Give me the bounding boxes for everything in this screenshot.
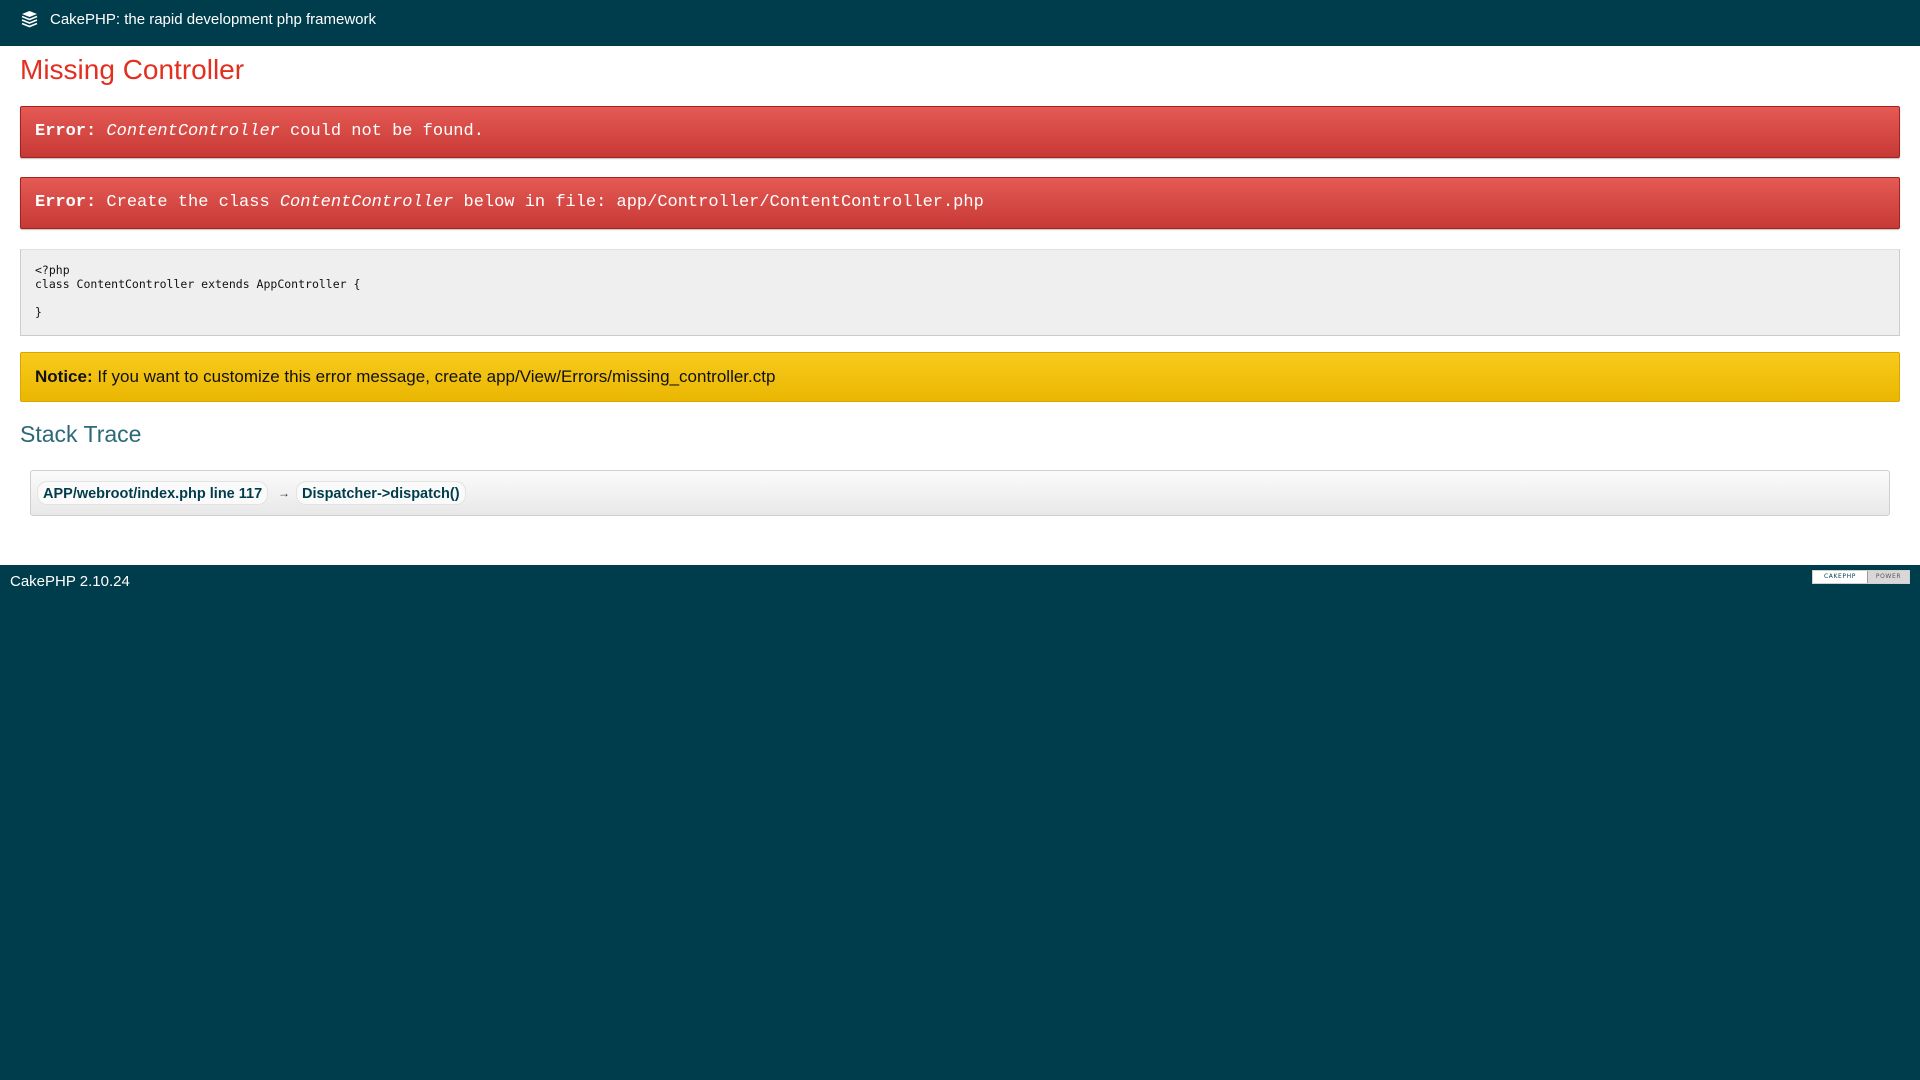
page-background	[0, 595, 1920, 1080]
notice-label: Notice:	[35, 367, 93, 386]
main-content: Missing Controller Error: ContentControl…	[0, 46, 1920, 565]
page-container: CakePHP: the rapid development php frame…	[0, 0, 1920, 1080]
error-message: Error: Create the class ContentControlle…	[20, 177, 1900, 229]
footer-version: CakePHP 2.10.24	[10, 573, 130, 590]
error-label: Error:	[35, 193, 97, 212]
stack-frame-link[interactable]: Dispatcher->dispatch()	[296, 481, 466, 505]
stack-trace-title: Stack Trace	[20, 421, 142, 447]
error-label: Error:	[35, 122, 97, 141]
stack-frame-link[interactable]: APP/webroot/index.php line 117	[37, 481, 269, 505]
error-class-name: ContentController	[106, 122, 280, 141]
header-title[interactable]: CakePHP: the rapid development php frame…	[50, 12, 376, 28]
stack-separator: →	[278, 486, 290, 500]
code-block: <?php class ContentController extends Ap…	[20, 249, 1900, 336]
notice-message: Notice: If you want to customize this er…	[20, 352, 1900, 402]
error-text: Create the class	[96, 193, 280, 212]
powered-badge-right: POWER	[1868, 571, 1909, 583]
powered-badge-left: CAKEPHP	[1813, 571, 1868, 583]
notice-text: If you want to customize this error mess…	[92, 367, 776, 386]
error-class-name: ContentController	[279, 193, 454, 212]
cakephp-logo-icon[interactable]	[21, 10, 38, 28]
header: CakePHP: the rapid development php frame…	[0, 0, 1920, 46]
error-text: below in file: app/Controller/ContentCon…	[453, 193, 984, 212]
page-title: Missing Controller	[20, 54, 245, 85]
footer: CakePHP 2.10.24 CAKEPHP POWER	[0, 565, 1920, 595]
error-text: could not be found.	[279, 122, 484, 141]
powered-by-cakephp-badge[interactable]: CAKEPHP POWER	[1812, 570, 1910, 584]
error-message: Error: ContentController could not be fo…	[20, 106, 1900, 158]
stack-trace: APP/webroot/index.php line 117 → Dispatc…	[30, 470, 1890, 516]
